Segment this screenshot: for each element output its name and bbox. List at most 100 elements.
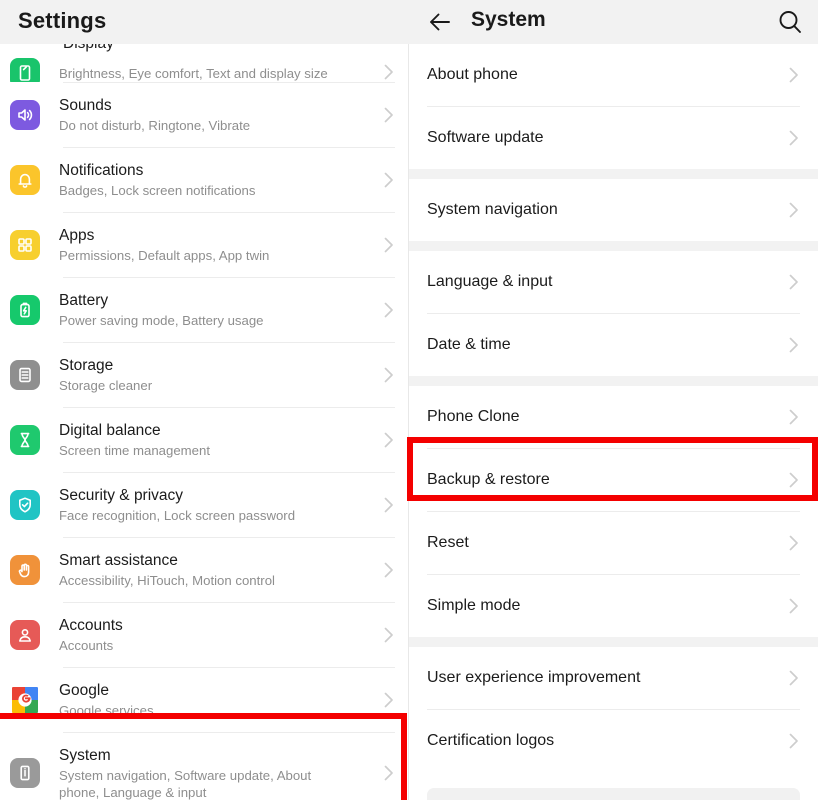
detail-group: Phone Clone Backup & restore Reset Simple m… xyxy=(409,386,818,637)
sidebar-item-subtitle: Accessibility, HiTouch, Motion control xyxy=(59,573,275,588)
sidebar-item-label: Apps xyxy=(59,227,95,244)
chevron-right-icon xyxy=(383,300,395,320)
chevron-right-icon xyxy=(788,596,800,616)
chevron-right-icon xyxy=(788,200,800,220)
chevron-right-icon xyxy=(383,495,395,515)
detail-item-label: Phone Clone xyxy=(427,408,520,425)
system-detail-panel: About phone Software update System navigat… xyxy=(409,0,818,800)
detail-item-date-time[interactable]: Date & time xyxy=(409,314,818,376)
sidebar-item-label: Security & privacy xyxy=(59,487,184,504)
group-separator xyxy=(409,241,818,251)
display-icon xyxy=(10,58,40,82)
other-settings-card: Looking for other settings?Accessibility… xyxy=(427,788,800,800)
chevron-right-icon xyxy=(788,731,800,751)
phone-info-icon xyxy=(10,758,40,788)
hourglass-icon xyxy=(10,425,40,455)
sidebar-item-text: Digital balance Screen time management xyxy=(59,421,383,459)
sidebar-item-label: System xyxy=(59,746,111,764)
sidebar-item-label: Digital balance xyxy=(59,422,161,439)
top-app-bar: Settings System xyxy=(0,0,818,44)
sidebar-item-smart-assistance[interactable]: Smart assistance Accessibility, HiTouch, … xyxy=(0,538,409,602)
chevron-right-icon xyxy=(383,62,395,82)
sidebar-item-text: Security & privacy Face recognition, Lock… xyxy=(59,486,383,524)
chevron-right-icon xyxy=(383,625,395,645)
detail-item-label: Software update xyxy=(427,129,544,146)
sidebar-item-label: Display xyxy=(63,44,114,53)
sidebar-item-subtitle: Face recognition, Lock screen password xyxy=(59,508,296,523)
sidebar-item-label: Storage xyxy=(59,357,114,374)
sidebar-item-text: Smart assistance Accessibility, HiTouch, … xyxy=(59,551,383,589)
detail-item-label: About phone xyxy=(427,66,518,83)
sidebar-item-text: DisplayBrightness, Eye comfort, Text and… xyxy=(59,65,383,82)
arrow-left-icon[interactable] xyxy=(427,9,455,35)
system-detail-list[interactable]: About phone Software update System navigat… xyxy=(409,44,818,800)
detail-app-bar: System xyxy=(409,0,818,44)
detail-group: About phone Software update xyxy=(409,44,818,169)
chevron-right-icon xyxy=(383,365,395,385)
detail-item-system-navigation[interactable]: System navigation xyxy=(409,179,818,241)
sidebar-item-label: Notifications xyxy=(59,162,144,179)
sidebar-item-security-privacy[interactable]: Security & privacy Face recognition, Lock… xyxy=(0,473,409,537)
sidebar-item-subtitle: Badges, Lock screen notifications xyxy=(59,183,256,198)
detail-item-language-input[interactable]: Language & input xyxy=(409,251,818,313)
settings-sidebar-panel: Display Brightness, Eye comfort, Text and… xyxy=(0,0,409,800)
detail-item-label: Backup & restore xyxy=(427,471,550,488)
sidebar-item-google[interactable]: Google Google services xyxy=(0,668,409,732)
detail-item-user-experience-improvement[interactable]: User experience improvement xyxy=(409,647,818,709)
hand-icon xyxy=(10,555,40,585)
sidebar-item-apps[interactable]: Apps Permissions, Default apps, App twin xyxy=(0,213,409,277)
chevron-right-icon xyxy=(788,668,800,688)
sidebar-item-label: Battery xyxy=(59,292,109,309)
detail-item-certification-logos[interactable]: Certification logos xyxy=(409,710,818,772)
settings-split-screen: Display Brightness, Eye comfort, Text and… xyxy=(0,0,818,800)
detail-item-label: Simple mode xyxy=(427,597,521,614)
chevron-right-icon xyxy=(383,235,395,255)
sidebar-item-subtitle: Power saving mode, Battery usage xyxy=(59,313,264,328)
detail-item-backup-restore[interactable]: Backup & restore xyxy=(409,449,818,511)
sidebar-item-subtitle: Google services xyxy=(59,703,154,718)
sidebar-item-text: Storage Storage cleaner xyxy=(59,356,383,394)
detail-item-label: Language & input xyxy=(427,273,553,290)
sidebar-item-notifications[interactable]: Notifications Badges, Lock screen notific… xyxy=(0,148,409,212)
sidebar-item-digital-balance[interactable]: Digital balance Screen time management xyxy=(0,408,409,472)
chevron-right-icon xyxy=(383,170,395,190)
sidebar-item-subtitle: Do not disturb, Ringtone, Vibrate xyxy=(59,118,251,133)
detail-item-software-update[interactable]: Software update xyxy=(409,107,818,169)
sidebar-item-subtitle: System navigation, Software update, Abou… xyxy=(59,767,312,800)
chevron-right-icon xyxy=(788,533,800,553)
sidebar-item-label: Google xyxy=(59,682,109,699)
sidebar-item-subtitle: Screen time management xyxy=(59,443,210,458)
sidebar-item-storage[interactable]: Storage Storage cleaner xyxy=(0,343,409,407)
chevron-right-icon xyxy=(383,560,395,580)
sidebar-item-sounds[interactable]: Sounds Do not disturb, Ringtone, Vibrate xyxy=(0,83,409,147)
sidebar-item-subtitle: Permissions, Default apps, App twin xyxy=(59,248,270,263)
sidebar-item-text: Notifications Badges, Lock screen notific… xyxy=(59,161,383,199)
sidebar-item-battery[interactable]: Battery Power saving mode, Battery usage xyxy=(0,278,409,342)
detail-item-reset[interactable]: Reset xyxy=(409,512,818,574)
detail-item-phone-clone[interactable]: Phone Clone xyxy=(409,386,818,448)
search-icon[interactable] xyxy=(776,8,804,36)
sidebar-item-system[interactable]: System System navigation, Software update… xyxy=(0,733,409,800)
detail-item-about-phone[interactable]: About phone xyxy=(409,44,818,106)
sidebar-item-text: Accounts Accounts xyxy=(59,616,383,654)
detail-item-label: Certification logos xyxy=(427,732,555,749)
storage-icon xyxy=(10,360,40,390)
sidebar-item-label: Sounds xyxy=(59,97,112,114)
sidebar-item-label: Accounts xyxy=(59,617,123,634)
detail-item-label: User experience improvement xyxy=(427,669,641,686)
chevron-right-icon xyxy=(788,335,800,355)
shield-check-icon xyxy=(10,490,40,520)
sidebar-item-display[interactable]: Display Brightness, Eye comfort, Text and… xyxy=(0,44,409,82)
person-icon xyxy=(10,620,40,650)
chevron-right-icon xyxy=(788,272,800,292)
page-title-system: System xyxy=(471,8,546,31)
sidebar-item-text: Google Google services xyxy=(59,681,383,719)
chevron-right-icon xyxy=(788,65,800,85)
google-icon xyxy=(10,685,40,715)
sidebar-item-accounts[interactable]: Accounts Accounts xyxy=(0,603,409,667)
detail-item-simple-mode[interactable]: Simple mode xyxy=(409,575,818,637)
chevron-right-icon xyxy=(788,128,800,148)
panel-divider xyxy=(408,0,409,800)
settings-sidebar-list[interactable]: Display Brightness, Eye comfort, Text and… xyxy=(0,44,409,800)
page-title-settings: Settings xyxy=(18,8,107,33)
